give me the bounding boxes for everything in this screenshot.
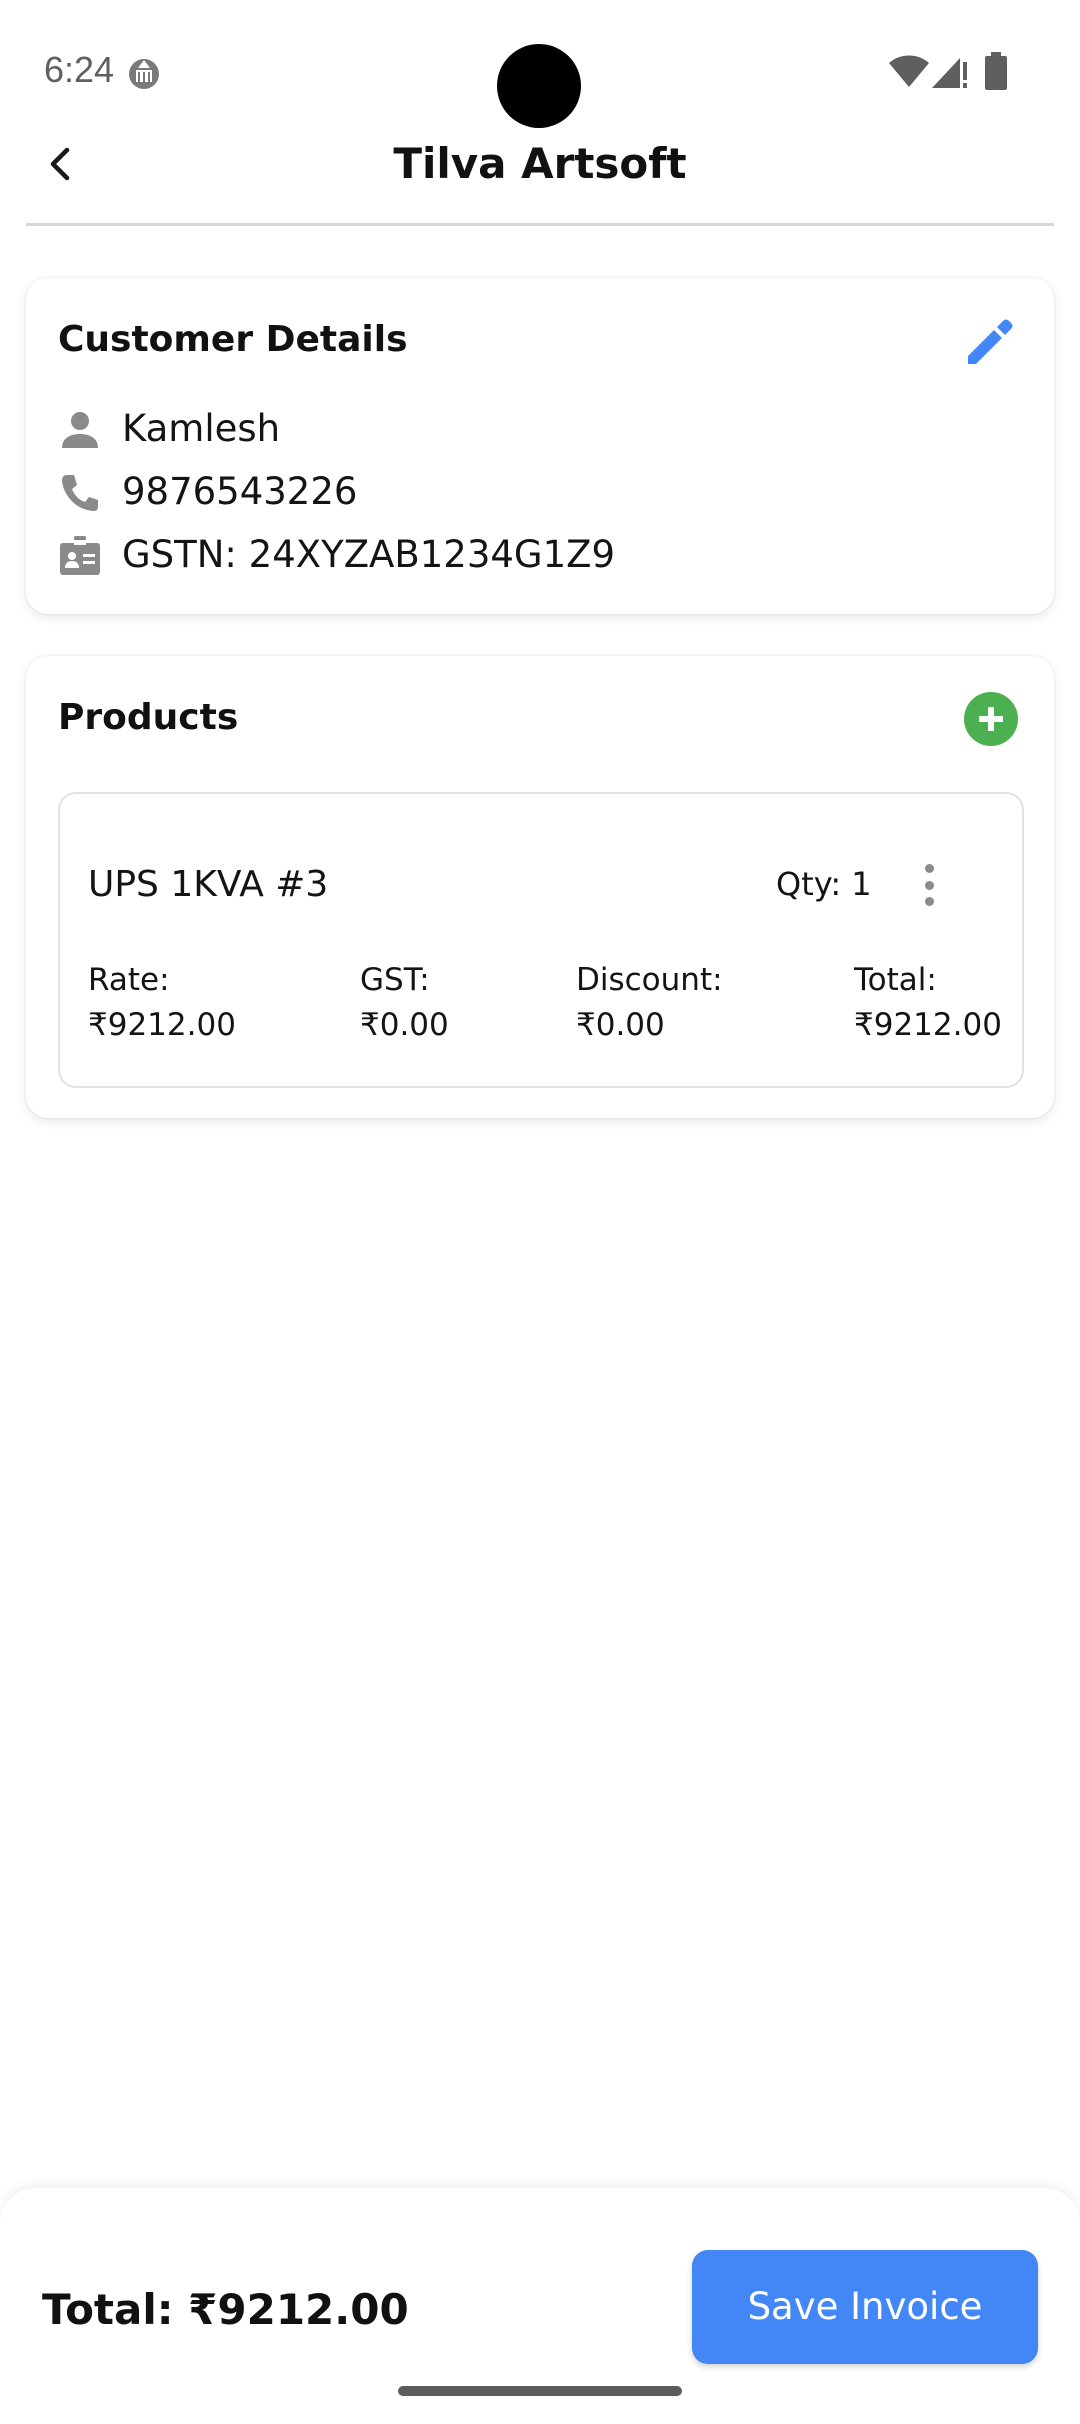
battery-icon [985, 52, 1007, 90]
plus-icon [979, 707, 1003, 731]
camera-cutout [497, 44, 581, 128]
customer-phone: 9876543226 [122, 470, 358, 513]
page-title: Tilva Artsoft [393, 139, 687, 188]
product-name: UPS 1KVA #3 [88, 864, 329, 905]
line-total-value: ₹9212.00 [854, 1007, 1002, 1043]
customer-name: Kamlesh [122, 407, 281, 450]
product-more-options-button[interactable] [914, 860, 944, 910]
back-button[interactable] [36, 134, 84, 194]
chevron-left-icon [50, 147, 70, 181]
product-qty: Qty: 1 [776, 865, 872, 903]
line-total-label: Total: [854, 962, 937, 998]
home-indicator[interactable] [398, 2386, 682, 2396]
gst-value: ₹0.00 [360, 1007, 449, 1043]
discount-value: ₹0.00 [576, 1007, 665, 1043]
pencil-icon [968, 319, 1013, 364]
id-badge-icon [60, 536, 100, 575]
gst-label: GST: [360, 962, 430, 998]
phone-icon [62, 475, 98, 511]
customer-gstn: GSTN: 24XYZAB1234G1Z9 [122, 533, 615, 576]
invoice-total: Total: ₹9212.00 [42, 2285, 409, 2334]
more-vert-icon [924, 864, 934, 873]
customer-details-title: Customer Details [58, 319, 408, 360]
edit-customer-button[interactable] [962, 314, 1018, 370]
products-title: Products [58, 697, 239, 738]
wifi-icon [889, 55, 929, 87]
save-invoice-button[interactable]: Save Invoice [692, 2250, 1038, 2364]
discount-label: Discount: [576, 962, 723, 998]
app-bar-divider [26, 223, 1054, 226]
add-product-button[interactable] [964, 692, 1018, 746]
person-icon [62, 412, 98, 448]
notification-app-icon [129, 59, 159, 89]
rate-label: Rate: [88, 962, 170, 998]
signal-icon [932, 58, 967, 88]
rate-value: ₹9212.00 [88, 1007, 236, 1043]
status-time: 6:24 [44, 49, 115, 90]
